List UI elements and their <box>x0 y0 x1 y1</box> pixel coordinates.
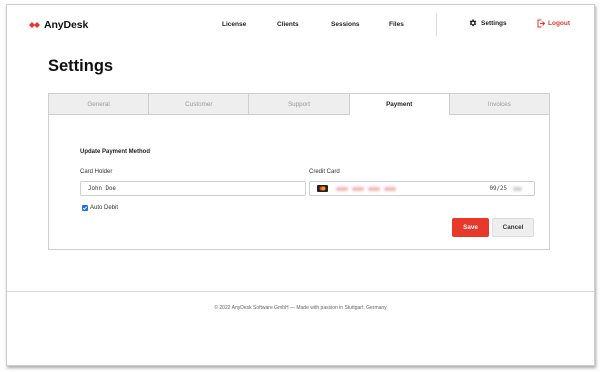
mastercard-icon <box>317 185 328 192</box>
auto-debit-checkbox[interactable] <box>82 205 88 211</box>
tab-general[interactable]: General <box>49 94 150 114</box>
nav-license[interactable]: License <box>222 21 246 28</box>
tab-invoices[interactable]: Invoices <box>449 94 550 114</box>
nav-clients[interactable]: Clients <box>277 21 299 28</box>
browser-frame: AnyDesk License Clients Sessions Files S… <box>6 4 595 366</box>
masked-card-segment <box>352 186 364 191</box>
top-header: AnyDesk License Clients Sessions Files S… <box>7 5 594 45</box>
card-holder-input[interactable]: John Doe <box>80 181 306 196</box>
card-holder-value: John Doe <box>88 185 116 192</box>
logout-button[interactable]: Logout <box>537 19 570 28</box>
credit-card-label: Credit Card <box>309 169 340 175</box>
page-title: Settings <box>48 57 114 75</box>
tab-customer[interactable]: Customer <box>149 94 250 114</box>
logout-icon <box>537 19 545 28</box>
nav-sessions[interactable]: Sessions <box>331 21 360 28</box>
tab-support[interactable]: Support <box>249 94 350 114</box>
footer-divider <box>7 291 594 292</box>
brand-name: AnyDesk <box>44 19 89 31</box>
masked-card-segment <box>336 186 348 191</box>
masked-cvc <box>513 186 522 191</box>
settings-card: General Customer Support Payment Invoice… <box>48 93 550 250</box>
footer-text: © 2022 AnyDesk Software GmbH — Made with… <box>214 305 387 311</box>
settings-label: Settings <box>481 19 507 27</box>
anydesk-logo[interactable]: AnyDesk <box>29 19 88 31</box>
logout-label: Logout <box>548 20 571 27</box>
checkmark-icon <box>82 206 88 211</box>
card-expiry: 09/25 <box>489 185 507 192</box>
section-title: Update Payment Method <box>80 149 151 155</box>
tab-payment[interactable]: Payment <box>349 94 450 115</box>
gear-icon <box>469 19 477 27</box>
save-button[interactable]: Save <box>452 218 489 237</box>
nav-settings[interactable]: Settings <box>469 19 507 27</box>
settings-tabs: General Customer Support Payment Invoice… <box>49 94 550 115</box>
auto-debit-label: Auto Debit <box>90 205 119 211</box>
masked-card-segment <box>384 186 396 191</box>
anydesk-logo-icon <box>29 22 40 28</box>
nav-files[interactable]: Files <box>389 21 404 28</box>
cancel-button[interactable]: Cancel <box>492 218 534 237</box>
credit-card-input[interactable]: 09/25 <box>309 181 535 196</box>
card-holder-label: Card Holder <box>80 169 113 175</box>
masked-card-segment <box>368 186 380 191</box>
nav-divider <box>436 13 437 36</box>
